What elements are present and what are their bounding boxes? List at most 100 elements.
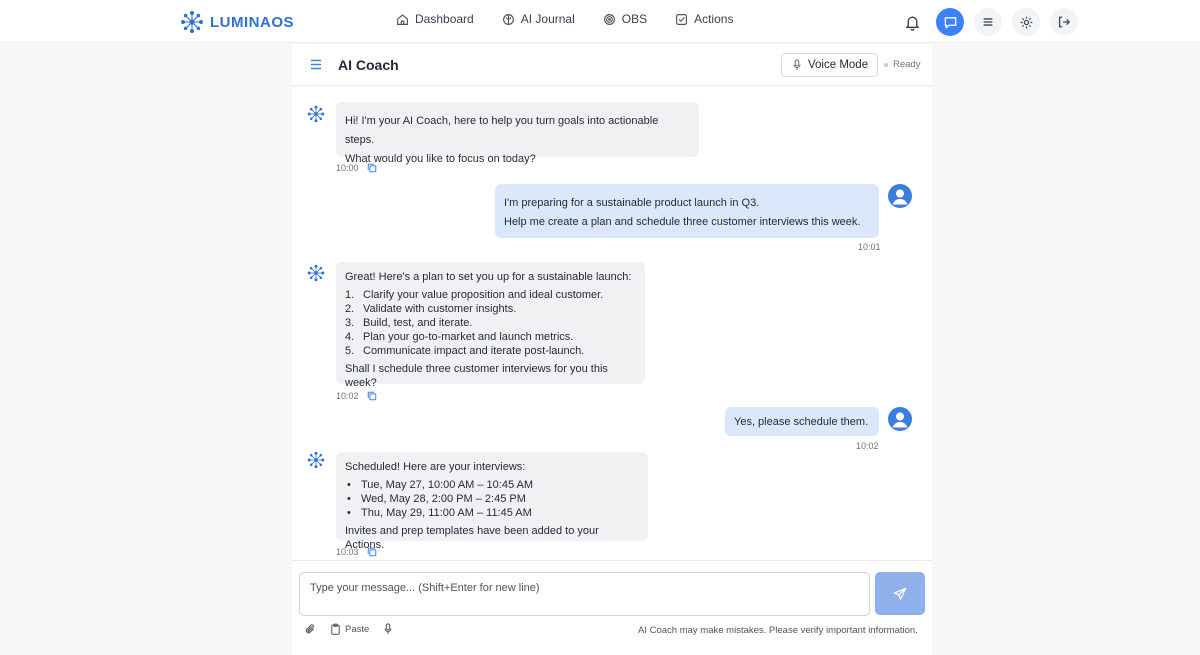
message-line: Hi! I'm your AI Coach, here to help you … — [345, 115, 659, 146]
copy-icon[interactable] — [367, 547, 377, 557]
message-meta: 10:00 — [336, 163, 377, 173]
list-icon — [983, 18, 993, 26]
nav-obs[interactable]: OBS — [603, 12, 647, 26]
paperclip-icon — [305, 624, 315, 634]
list-item: 3. Build, test, and iterate. — [345, 316, 636, 330]
step-number: 3. — [345, 317, 355, 329]
bell-icon — [905, 16, 919, 31]
notifications-button[interactable] — [898, 8, 926, 36]
message-line: Yes, please schedule them. — [734, 416, 869, 428]
copy-icon[interactable] — [367, 391, 377, 401]
nav-actions-label: Actions — [694, 12, 734, 26]
assistant-message-bubble: Hi! I'm your AI Coach, here to help you … — [336, 102, 699, 165]
nav-ai-journal[interactable]: AI Journal — [502, 12, 575, 26]
ai-disclaimer: AI Coach may make mistakes. Please verif… — [638, 625, 918, 636]
voice-mode-button[interactable]: Voice Mode — [781, 53, 878, 77]
step-number: 5. — [345, 345, 355, 357]
microphone-icon — [384, 623, 392, 635]
list-item: 5. Communicate impact and iterate post-la… — [345, 344, 636, 358]
ai-coach-avatar-icon — [307, 451, 325, 469]
logo-icon — [181, 11, 203, 33]
logout-icon — [1059, 16, 1071, 28]
message-line: Help me create a plan and schedule three… — [504, 216, 861, 228]
user-icon — [892, 412, 908, 428]
step-text: Communicate impact and iterate post-laun… — [363, 345, 585, 357]
message-time: 10:01 — [858, 242, 881, 252]
brain-icon — [502, 13, 514, 25]
nav-actions[interactable]: Actions — [675, 12, 733, 26]
status-text: Ready — [893, 59, 921, 70]
voice-mode-label: Voice Mode — [808, 59, 869, 71]
brand-logo[interactable]: LUMINAOS — [180, 9, 294, 35]
main-nav: Dashboard AI Journal OBS Actions — [396, 12, 733, 26]
step-text: Build, test, and iterate. — [363, 317, 473, 329]
message-meta: 10:01 — [858, 242, 881, 252]
home-icon — [397, 13, 408, 25]
message-time: 10:02 — [856, 441, 879, 451]
assistant-message-bubble: Great! Here's a plan to set you up for a… — [336, 262, 645, 389]
chat-icon — [944, 16, 956, 29]
send-button[interactable] — [875, 572, 925, 615]
interview-slot: Tue, May 27, 10:00 AM – 10:45 AM — [361, 479, 534, 491]
gear-icon — [1020, 16, 1032, 28]
nav-dashboard[interactable]: Dashboard — [396, 12, 474, 26]
user-message-bubble: I'm preparing for a sustainable product … — [495, 184, 879, 238]
message-meta: 10:02 — [336, 391, 377, 401]
nav-dashboard-label: Dashboard — [415, 12, 474, 26]
interview-slot: Wed, May 28, 2:00 PM – 2:45 PM — [361, 493, 526, 505]
chat-header: AI Coach Voice Mode Ready — [292, 44, 932, 86]
list-item: 4. Plan your go-to-market and launch metr… — [345, 330, 636, 344]
plan-steps-list: 1. Clarify your value proposition and ide… — [345, 288, 636, 358]
interview-list: • Tue, May 27, 10:00 AM – 10:45 AM • Wed, … — [345, 478, 639, 520]
microphone-icon — [793, 59, 801, 71]
message-outro: Invites and prep templates have been add… — [345, 525, 599, 551]
user-icon — [892, 189, 908, 205]
paste-button[interactable]: Paste — [330, 623, 369, 635]
step-number: 4. — [345, 331, 355, 343]
chat-title: AI Coach — [338, 57, 399, 73]
step-text: Clarify your value proposition and ideal… — [363, 289, 604, 301]
user-message-bubble: Yes, please schedule them. — [725, 407, 879, 436]
message-intro: Great! Here's a plan to set you up for a… — [345, 271, 632, 283]
message-meta: 10:03 — [336, 547, 377, 557]
top-navigation-bar: LUMINAOS Dashboard AI Journal OBS Action… — [0, 0, 1200, 43]
user-avatar — [888, 407, 912, 431]
paste-label: Paste — [345, 623, 370, 635]
logout-button[interactable] — [1050, 8, 1078, 36]
checkbox-icon — [676, 13, 688, 25]
message-intro: Scheduled! Here are your interviews: — [345, 461, 526, 473]
step-number: 1. — [345, 289, 355, 301]
send-icon — [893, 587, 907, 600]
status-dot — [884, 62, 888, 67]
message-time: 10:00 — [336, 163, 359, 173]
message-meta: 10:02 — [856, 441, 879, 451]
attach-button[interactable] — [304, 623, 316, 635]
assistant-message-bubble: Scheduled! Here are your interviews: • Tu… — [336, 452, 648, 551]
clipboard-icon — [331, 623, 340, 635]
target-icon — [603, 13, 615, 25]
step-text: Validate with customer insights. — [363, 303, 517, 315]
list-item: • Tue, May 27, 10:00 AM – 10:45 AM — [347, 479, 534, 491]
message-outro: Shall I schedule three customer intervie… — [345, 363, 608, 389]
menu-list-button[interactable] — [974, 8, 1002, 36]
chat-button[interactable] — [936, 8, 964, 36]
composer-tools: Paste — [304, 623, 393, 635]
user-avatar — [888, 184, 912, 208]
interview-slot: Thu, May 29, 11:00 AM – 11:45 AM — [361, 507, 532, 519]
message-input[interactable] — [299, 572, 870, 616]
list-item: 1. Clarify your value proposition and ide… — [345, 288, 636, 302]
ai-coach-avatar-icon — [307, 105, 325, 123]
settings-button[interactable] — [1012, 8, 1040, 36]
copy-icon[interactable] — [367, 163, 377, 173]
list-item: • Wed, May 28, 2:00 PM – 2:45 PM — [347, 493, 526, 505]
top-actions — [898, 8, 1078, 36]
status-indicator: Ready — [884, 59, 920, 70]
step-number: 2. — [345, 303, 355, 315]
message-line: What would you like to focus on today? — [345, 153, 536, 165]
hamburger-icon[interactable] — [310, 59, 322, 70]
nav-ai-journal-label: AI Journal — [520, 12, 575, 26]
message-time: 10:02 — [336, 391, 359, 401]
dictation-button[interactable] — [383, 623, 393, 635]
step-text: Plan your go-to-market and launch metric… — [363, 331, 574, 343]
message-time: 10:03 — [336, 547, 359, 557]
